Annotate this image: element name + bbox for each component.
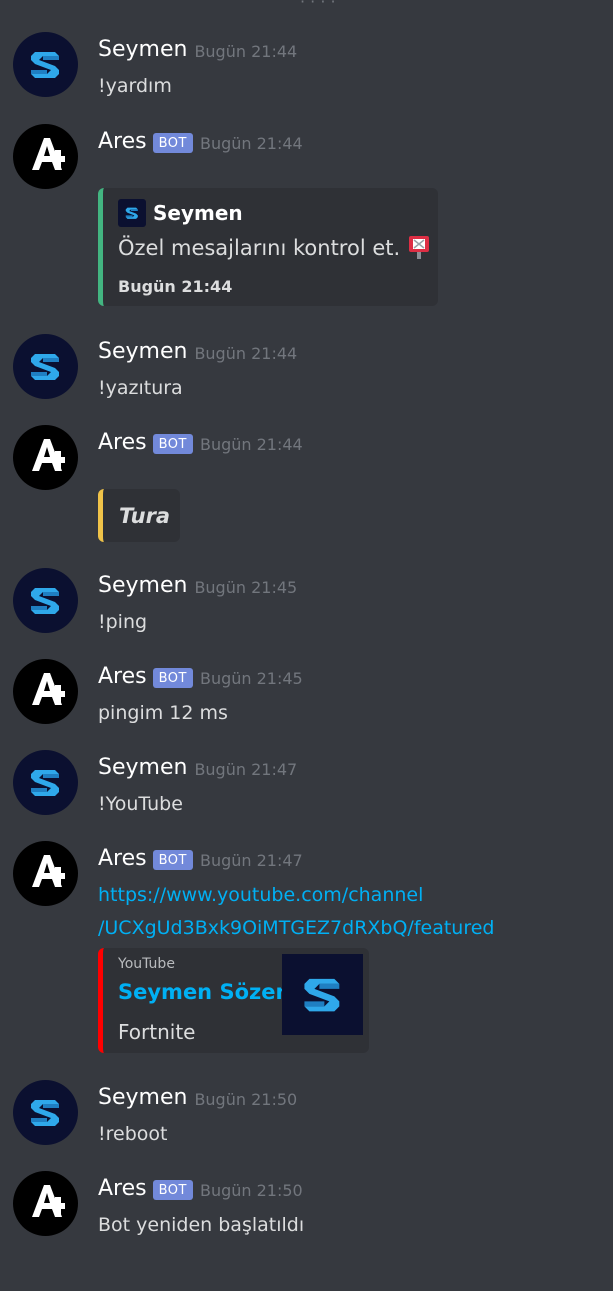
embed: Tura (98, 489, 180, 542)
username[interactable]: Ares (98, 129, 147, 154)
youtube-link-line-1[interactable]: https://www.youtube.com/channel (98, 884, 423, 906)
avatar[interactable] (13, 1080, 78, 1145)
message-item: Seymen Bugün 21:44 !yazıtura (0, 334, 613, 404)
username[interactable]: Seymen (98, 1085, 187, 1110)
username[interactable]: Seymen (98, 573, 187, 598)
chat-area: · · · · Seymen Bugün 21:44 !yardım Ares BO… (0, 0, 613, 1291)
embed-description: Özel mesajlarını kontrol et. (118, 236, 430, 261)
message-item: Ares BOT Bugün 21:50 Bot yeniden başlatıld… (0, 1171, 613, 1241)
previous-message-fade: · · · · (300, 0, 336, 11)
message-header: Seymen Bugün 21:44 (98, 37, 297, 67)
message-header: Ares BOT Bugün 21:44 (98, 129, 303, 159)
timestamp: Bugün 21:45 (194, 578, 298, 597)
message-header: Seymen Bugün 21:50 (98, 1085, 297, 1115)
message-header: Ares BOT Bugün 21:50 (98, 1176, 303, 1206)
message-text: !ping (98, 611, 148, 633)
bot-tag: BOT (152, 849, 193, 870)
avatar[interactable] (13, 1171, 78, 1236)
timestamp: Bugün 21:47 (194, 760, 298, 779)
username[interactable]: Ares (98, 1176, 147, 1201)
timestamp: Bugün 21:47 (199, 851, 303, 870)
message-item: Ares BOT Bugün 21:47 https://www.youtube.c… (0, 841, 613, 1056)
timestamp: Bugün 21:44 (194, 344, 298, 363)
message-header: Seymen Bugün 21:44 (98, 339, 297, 369)
avatar[interactable] (13, 568, 78, 633)
message-item: Seymen Bugün 21:50 !reboot (0, 1080, 613, 1150)
embed-author: Seymen (118, 199, 243, 227)
avatar[interactable] (13, 750, 78, 815)
message-header: Ares BOT Bugün 21:45 (98, 664, 303, 694)
bot-tag: BOT (152, 132, 193, 153)
message-text: Bot yeniden başlatıldı (98, 1214, 305, 1236)
username[interactable]: Ares (98, 430, 147, 455)
youtube-embed: YouTube Seymen Sözen Fortnite (98, 948, 369, 1053)
avatar[interactable] (13, 124, 78, 189)
message-header: Ares BOT Bugün 21:47 (98, 846, 303, 876)
message-text: !yardım (98, 75, 172, 97)
message-item: Ares BOT Bugün 21:45 pingim 12 ms (0, 659, 613, 729)
timestamp: Bugün 21:44 (199, 134, 303, 153)
embed-author-icon (118, 199, 146, 227)
mailbox-icon (409, 236, 430, 259)
bot-tag: BOT (152, 667, 193, 688)
embed-title[interactable]: Seymen Sözen (118, 980, 290, 1004)
avatar[interactable] (13, 425, 78, 490)
timestamp: Bugün 21:44 (199, 435, 303, 454)
embed-author-name: Seymen (153, 201, 243, 225)
bot-tag: BOT (152, 1179, 193, 1200)
username[interactable]: Seymen (98, 37, 187, 62)
timestamp: Bugün 21:50 (199, 1181, 303, 1200)
timestamp: Bugün 21:50 (194, 1090, 298, 1109)
message-item: Ares BOT Bugün 21:44 Tura (0, 425, 613, 545)
message-text: !YouTube (98, 793, 183, 815)
message-item: Seymen Bugün 21:45 !ping (0, 568, 613, 638)
message-text: !reboot (98, 1123, 168, 1145)
avatar[interactable] (13, 32, 78, 97)
embed-description: Fortnite (118, 1020, 196, 1044)
avatar[interactable] (13, 334, 78, 399)
message-text: !yazıtura (98, 377, 183, 399)
timestamp: Bugün 21:45 (199, 669, 303, 688)
avatar[interactable] (13, 841, 78, 906)
timestamp: Bugün 21:44 (194, 42, 298, 61)
username[interactable]: Seymen (98, 339, 187, 364)
message-header: Ares BOT Bugün 21:44 (98, 430, 303, 460)
message-text: pingim 12 ms (98, 702, 228, 724)
username[interactable]: Ares (98, 846, 147, 871)
message-header: Seymen Bugün 21:45 (98, 573, 297, 603)
embed-description: Tura (119, 504, 171, 528)
message-item: Ares BOT Bugün 21:44 Seymen Özel mesajları… (0, 124, 613, 314)
embed-footer: Bugün 21:44 (118, 277, 233, 296)
message-item: Seymen Bugün 21:44 !yardım (0, 32, 613, 102)
message-header: Seymen Bugün 21:47 (98, 755, 297, 785)
embed-thumbnail[interactable] (282, 954, 363, 1035)
message-item: Seymen Bugün 21:47 !YouTube (0, 750, 613, 820)
bot-tag: BOT (152, 433, 193, 454)
username[interactable]: Seymen (98, 755, 187, 780)
username[interactable]: Ares (98, 664, 147, 689)
embed-provider[interactable]: YouTube (118, 956, 175, 972)
embed: Seymen Özel mesajlarını kontrol et. Bugü… (98, 188, 438, 306)
embed-description-text: Özel mesajlarını kontrol et. (118, 236, 401, 260)
avatar[interactable] (13, 659, 78, 724)
youtube-link-line-2[interactable]: /UCXgUd3Bxk9OiMTGEZ7dRXbQ/featured (98, 917, 495, 939)
